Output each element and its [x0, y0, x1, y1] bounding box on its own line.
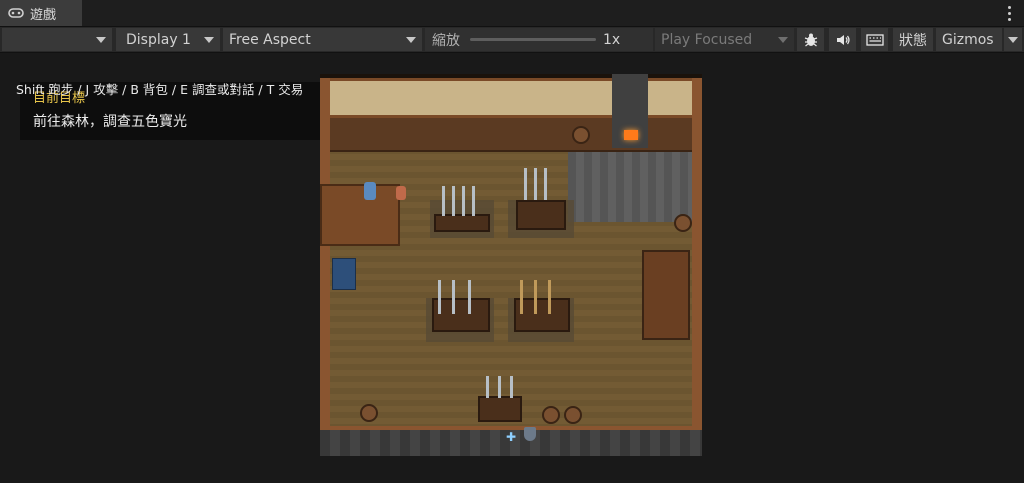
- axe-sprite: [468, 280, 471, 314]
- left-wall: [320, 78, 330, 452]
- speaker-icon[interactable]: [829, 28, 856, 51]
- spear-sprite: [524, 168, 527, 200]
- axe-sprite: [438, 280, 441, 314]
- game-view-dropdown[interactable]: [2, 28, 112, 51]
- plus-marker-icon: ✚: [506, 430, 517, 444]
- barrel: [674, 214, 692, 232]
- spear-sprite: [510, 376, 513, 398]
- right-wall: [692, 78, 702, 452]
- armor-shelf[interactable]: [642, 250, 690, 340]
- gizmos-button[interactable]: Gizmos: [936, 28, 1002, 51]
- weapon-rack[interactable]: [516, 200, 566, 230]
- stats-button[interactable]: 狀態: [893, 28, 933, 51]
- shopkeeper-npc[interactable]: [396, 186, 406, 200]
- barrel: [564, 406, 582, 424]
- game-map[interactable]: ✚: [320, 74, 702, 456]
- scale-slider[interactable]: [470, 38, 596, 41]
- sword-sprite: [452, 186, 455, 216]
- barrel: [542, 406, 560, 424]
- sword-sprite: [472, 186, 475, 216]
- objective-text: 前往森林，調查五色寶光: [33, 114, 187, 130]
- axe-sprite: [452, 280, 455, 314]
- blue-rug: [332, 258, 356, 290]
- barrel: [572, 126, 590, 144]
- more-options-icon[interactable]: [1006, 4, 1012, 22]
- display-label: Display 1: [126, 31, 191, 48]
- bow-sprite: [534, 280, 537, 314]
- gizmos-label: Gizmos: [942, 31, 994, 48]
- sword-sprite: [442, 186, 445, 216]
- tab-game[interactable]: 遊戲: [0, 0, 82, 26]
- shield-icon: [524, 427, 536, 441]
- bow-sprite: [548, 280, 551, 314]
- tab-bar: 遊戲: [0, 0, 1024, 27]
- barrel: [360, 404, 378, 422]
- shop-counter[interactable]: [320, 184, 400, 246]
- sword-sprite: [462, 186, 465, 216]
- weapon-rack[interactable]: [478, 396, 522, 422]
- aspect-dropdown[interactable]: Free Aspect: [223, 28, 422, 51]
- player-character: [364, 182, 376, 200]
- spear-sprite: [498, 376, 501, 398]
- controls-hint: Shift 跑步 / J 攻擊 / B 背包 / E 調查或對話 / T 交易: [16, 82, 304, 97]
- spear-sprite: [544, 168, 547, 200]
- play-mode-dropdown[interactable]: Play Focused: [655, 28, 794, 51]
- aspect-label: Free Aspect: [229, 31, 311, 48]
- stats-label: 狀態: [899, 32, 927, 49]
- scale-label: 縮放: [432, 32, 460, 49]
- weapon-rack[interactable]: [434, 214, 490, 232]
- bow-sprite: [520, 280, 523, 314]
- gizmos-dropdown[interactable]: [1004, 28, 1022, 51]
- bug-icon[interactable]: [797, 28, 824, 51]
- gamepad-icon: [8, 8, 24, 18]
- scale-value: 1x: [603, 31, 621, 48]
- play-mode-label: Play Focused: [661, 31, 753, 48]
- tab-game-label: 遊戲: [30, 7, 57, 23]
- spear-sprite: [534, 168, 537, 200]
- keyboard-icon[interactable]: [861, 28, 888, 51]
- display-dropdown[interactable]: Display 1: [116, 28, 220, 51]
- forge-fire: [624, 130, 638, 140]
- spear-sprite: [486, 376, 489, 398]
